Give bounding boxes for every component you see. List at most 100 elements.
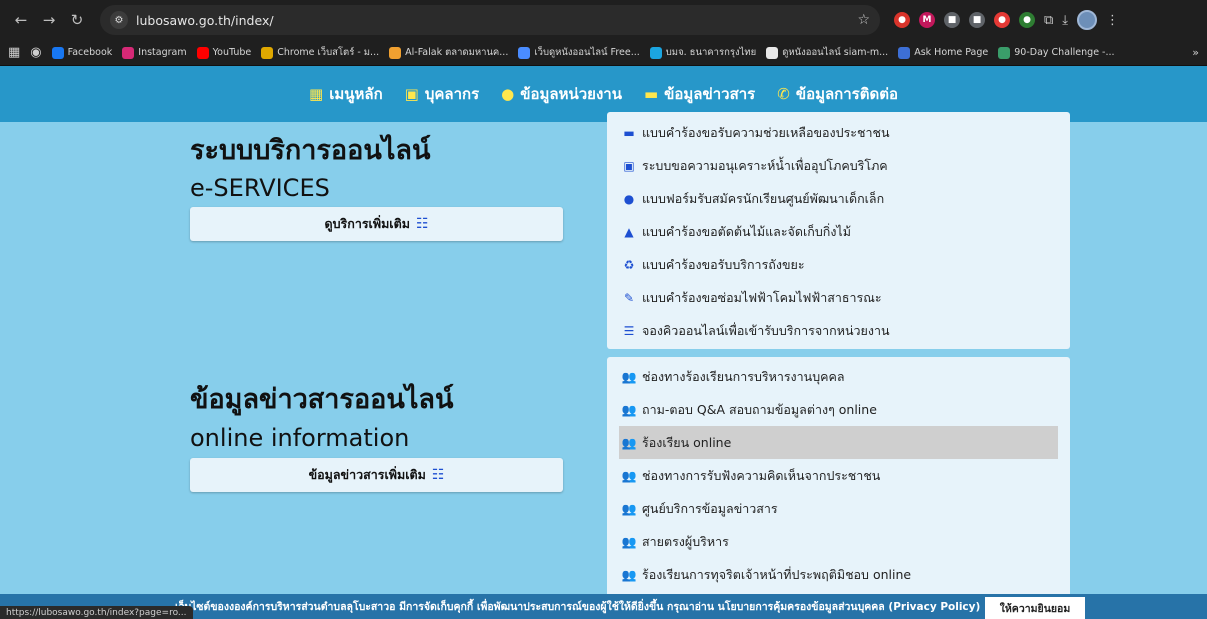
chevron-right-icon[interactable]: » — [1192, 46, 1199, 59]
more-vert-icon[interactable]: ⋮ — [1106, 13, 1119, 28]
service-icon: ✎ — [623, 290, 635, 305]
list-item[interactable]: 👥 ร้องเรียนการทุจริตเจ้าหน้าที่ประพฤติมิช… — [619, 558, 1058, 591]
nav-label: ข้อมูลการติดต่อ — [795, 85, 898, 103]
users-icon: 👥 — [621, 468, 637, 483]
list-item-label: ศูนย์บริการข้อมูลข่าวสาร — [642, 500, 778, 516]
nav-icon: ▬ — [643, 85, 659, 103]
bookmark-item[interactable]: Ask Home Page — [898, 46, 989, 59]
address-url[interactable]: lubosawo.go.th/index/ — [136, 13, 857, 28]
list-item-label: ช่องทางการรับฟังความคิดเห็นจากประชาชน — [642, 467, 881, 483]
nav-item[interactable]: ✆ ข้อมูลการติดต่อ — [777, 82, 898, 106]
bookmark-label: เว็บดูหนังออนไลน์ Free... — [534, 47, 640, 58]
list-item[interactable]: ▣ ระบบขอความอนุเคราะห์น้ำเพื่ออุปโภคบริโภ… — [619, 149, 1058, 182]
bookmark-item[interactable]: บมจ. ธนาคารกรุงไทย — [649, 45, 756, 60]
bookmark-item[interactable]: 90-Day Challenge -... — [998, 46, 1115, 59]
extensions-area: ● M ■ ■ ● ● ⧉ ⤓ ⋮ — [894, 10, 1119, 30]
list-item[interactable]: ▲ แบบคำร้องขอตัดต้นไม้และจัดเก็บกิ่งไม้ — [619, 215, 1058, 248]
list-item[interactable]: 👥 ศูนย์บริการข้อมูลข่าวสาร — [619, 492, 1058, 525]
avatar[interactable] — [1077, 10, 1098, 30]
service-icon: ▣ — [623, 158, 635, 173]
reload-icon[interactable]: ↻ — [64, 7, 90, 33]
bookmark-favicon — [389, 46, 402, 59]
list-item-label: สายตรงผู้บริหาร — [642, 533, 729, 549]
list-item[interactable]: 👥 ร้องเรียน online — [619, 426, 1058, 459]
list-item[interactable]: ✎ แบบคำร้องขอซ่อมไฟฟ้าโคมไฟฟ้าสาธารณะ — [619, 281, 1058, 314]
extension-icon[interactable]: ■ — [944, 12, 960, 28]
apps-grid-icon[interactable]: ▦ — [8, 45, 20, 60]
nav-icon: ✆ — [777, 85, 790, 103]
eservices-more-button[interactable]: ดูบริการเพิ่มเติม ☷ — [190, 207, 563, 241]
nav-item[interactable]: ▬ ข้อมูลข่าวสาร — [644, 82, 755, 106]
chrome-icon[interactable]: ◉ — [30, 45, 41, 60]
list-item-label: ถาม-ตอบ Q&A สอบถามข้อมูลต่างๆ online — [642, 401, 877, 417]
puzzle-icon[interactable]: ⧉ — [1044, 13, 1053, 28]
bookmark-label: YouTube — [212, 47, 252, 58]
nav-icon: ▦ — [309, 85, 324, 103]
list-item-label: แบบคำร้องขอตัดต้นไม้และจัดเก็บกิ่งไม้ — [642, 223, 851, 239]
extension-icon[interactable]: ● — [1019, 12, 1035, 28]
list-item[interactable]: 👥 สายตรงผู้บริหาร — [619, 525, 1058, 558]
nav-item[interactable]: ▦ เมนูหลัก — [309, 82, 383, 106]
bookmark-label: Instagram — [138, 47, 187, 58]
bookmark-label: Chrome เว็บสโตร์ - ม... — [277, 47, 380, 58]
bookmark-favicon — [518, 46, 531, 59]
list-icon: ☷ — [415, 216, 429, 232]
service-icon: ▬ — [623, 125, 635, 140]
bookmark-favicon — [649, 46, 662, 59]
list-item[interactable]: ● แบบฟอร์มรับสมัครนักเรียนศูนย์พัฒนาเด็กเ… — [619, 182, 1058, 215]
bookmark-label: Al-Falak ตลาดมหานค... — [405, 47, 509, 58]
address-bar[interactable]: ⚙ lubosawo.go.th/index/ ☆ — [100, 5, 880, 35]
bookmarks-bar: ▦ ◉ Facebook Instagram YouTube Chrome เว… — [0, 40, 1207, 66]
forward-icon[interactable]: → — [36, 7, 62, 33]
bookmark-item[interactable]: เว็บดูหนังออนไลน์ Free... — [518, 45, 640, 60]
bookmark-item[interactable]: Instagram — [122, 46, 187, 59]
extension-icon[interactable]: ■ — [969, 12, 985, 28]
nav-label: บุคลากร — [424, 85, 480, 103]
list-item[interactable]: 👥 ถาม-ตอบ Q&A สอบถามข้อมูลต่างๆ online — [619, 393, 1058, 426]
bookmark-label: Ask Home Page — [914, 47, 989, 58]
service-icon: ☰ — [623, 323, 635, 338]
list-item[interactable]: ☰ จองคิวออนไลน์เพื่อเข้ารับบริการจากหน่วย… — [619, 314, 1058, 347]
back-icon[interactable]: ← — [8, 7, 34, 33]
list-item[interactable]: ▬ แบบคำร้องขอรับความช่วยเหลือของประชาชน — [619, 116, 1058, 149]
list-item-label: ระบบขอความอนุเคราะห์น้ำเพื่ออุปโภคบริโภค — [642, 157, 888, 173]
bookmark-item[interactable]: YouTube — [196, 46, 252, 59]
eservices-title: ระบบบริการออนไลน์ — [190, 135, 431, 166]
site-info-icon[interactable]: ⚙ — [110, 11, 128, 29]
bookmark-item[interactable]: Al-Falak ตลาดมหานค... — [389, 45, 508, 60]
bookmark-label: ดูหนังออนไลน์ siam-m... — [782, 47, 889, 58]
service-icon: ♻ — [623, 257, 635, 272]
download-icon[interactable]: ⤓ — [1062, 13, 1068, 28]
extension-icon[interactable]: ● — [894, 12, 910, 28]
nav-label: ข้อมูลหน่วยงาน — [520, 85, 622, 103]
bookmark-item[interactable]: Chrome เว็บสโตร์ - ม... — [261, 45, 379, 60]
nav-item[interactable]: ● ข้อมูลหน่วยงาน — [501, 82, 622, 106]
list-item-label: แบบคำร้องขอรับความช่วยเหลือของประชาชน — [642, 124, 890, 140]
nav-item[interactable]: ▣ บุคลากร — [405, 82, 480, 106]
bookmark-item[interactable]: ดูหนังออนไลน์ siam-m... — [766, 45, 888, 60]
bookmark-star-icon[interactable]: ☆ — [857, 12, 870, 28]
bookmark-item[interactable]: Facebook — [51, 46, 112, 59]
list-item[interactable]: 👥 ช่องทางการรับฟังความคิดเห็นจากประชาชน — [619, 459, 1058, 492]
info-panel: 👥 ช่องทางร้องเรียนการบริหารงานบุคคล 👥 ถาม-ต… — [607, 357, 1070, 597]
status-url: https://lubosawo.go.th/index?page=ro... — [0, 606, 193, 619]
bookmark-favicon — [51, 46, 64, 59]
nav-label: ข้อมูลข่าวสาร — [664, 85, 756, 103]
bookmark-label: 90-Day Challenge -... — [1014, 47, 1115, 58]
extension-icon[interactable]: M — [919, 12, 935, 28]
list-item[interactable]: 👥 ช่องทางร้องเรียนการบริหารงานบุคคล — [619, 360, 1058, 393]
bookmark-favicon — [122, 46, 135, 59]
cookie-accept-button[interactable]: ให้ความยินยอม — [985, 597, 1085, 619]
nav-icon: ● — [501, 85, 515, 103]
list-item-label: จองคิวออนไลน์เพื่อเข้ารับบริการจากหน่วยง… — [642, 322, 890, 338]
extension-icon[interactable]: ● — [994, 12, 1010, 28]
service-icon: ● — [623, 191, 635, 206]
browser-toolbar: ← → ↻ ⚙ lubosawo.go.th/index/ ☆ ● M ■ ■ … — [0, 0, 1207, 40]
bookmark-favicon — [196, 46, 209, 59]
list-icon: ☷ — [431, 467, 445, 483]
bookmark-favicon — [261, 46, 274, 59]
info-more-button[interactable]: ข้อมูลข่าวสารเพิ่มเติม ☷ — [190, 458, 563, 492]
eservices-more-label: ดูบริการเพิ่มเติม — [324, 216, 410, 231]
list-item[interactable]: ♻ แบบคำร้องขอรับบริการถังขยะ — [619, 248, 1058, 281]
info-more-label: ข้อมูลข่าวสารเพิ่มเติม — [308, 467, 426, 482]
